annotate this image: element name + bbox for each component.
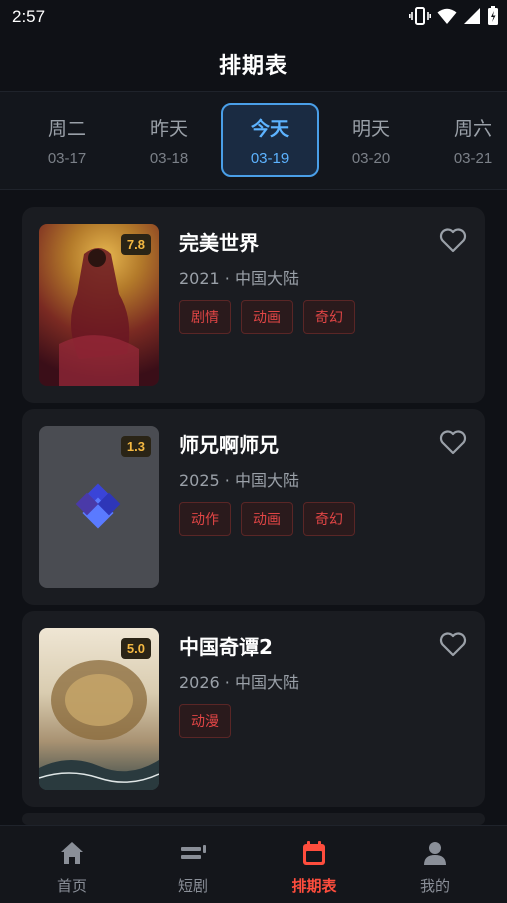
card-meta: 2021 · 中国大陆 [179,269,299,288]
date-tab-day: 周二 [47,118,86,140]
tag-list: 剧情 动画 奇幻 [179,300,355,334]
tab-schedule[interactable]: 排期表 [251,826,377,903]
date-tab-date: 03-21 [453,150,493,167]
schedule-card[interactable] [22,813,485,825]
card-title: 中国奇谭2 [179,635,273,659]
tab-home[interactable]: 首页 [9,826,135,903]
genre-tag: 动漫 [179,704,231,738]
tab-profile[interactable]: 我的 [372,826,498,903]
schedule-card[interactable]: 7.8 完美世界 2021 · 中国大陆 剧情 动画 奇幻 [22,207,485,403]
user-icon [424,842,446,865]
genre-tag: 奇幻 [303,502,355,536]
genre-tag: 动画 [241,300,293,334]
tab-label: 短剧 [177,877,208,895]
status-bar: 2:57 [0,0,507,36]
page-title: 排期表 [218,54,288,79]
card-title: 师兄啊师兄 [179,433,279,457]
tab-short-drama[interactable]: 短剧 [130,826,256,903]
rating-badge: 5.0 [120,638,151,659]
date-tab-day: 明天 [351,118,390,140]
rating-badge: 1.3 [120,436,151,457]
home-icon [61,842,83,864]
card-meta: 2026 · 中国大陆 [179,673,299,692]
date-tab-date: 03-20 [351,150,391,167]
tab-label: 我的 [419,877,450,895]
poster-image: 5.0 [39,628,159,790]
date-tab-date: 03-19 [250,150,290,167]
date-tab-day: 今天 [250,118,289,140]
date-tab-yesterday[interactable]: 昨天 03-18 [120,103,218,177]
date-tab-day: 周六 [453,118,492,140]
genre-tag: 剧情 [179,300,231,334]
schedule-card[interactable]: 5.0 中国奇谭2 2026 · 中国大陆 动漫 [22,611,485,807]
vibrate-icon [409,7,431,25]
genre-tag: 奇幻 [303,300,355,334]
date-tab-day: 昨天 [149,118,188,140]
short-drama-icon [181,845,206,859]
status-time: 2:57 [12,7,46,26]
card-title: 完美世界 [179,231,259,255]
genre-tag: 动画 [241,502,293,536]
date-tab-date: 03-18 [149,150,189,167]
signal-icon [464,8,480,24]
bottom-tab-bar: 首页 短剧 排期表 我的 [0,825,507,903]
battery-icon [488,6,498,25]
date-selector: 周二 03-17 昨天 03-18 今天 03-19 明天 03-20 周六 0… [0,91,507,190]
tab-label: 首页 [56,877,87,895]
favorite-heart-icon[interactable] [439,429,467,455]
card-meta: 2025 · 中国大陆 [179,471,299,490]
date-tab-saturday[interactable]: 周六 03-21 [424,103,507,177]
schedule-card[interactable]: 1.3 师兄啊师兄 2025 · 中国大陆 动作 动画 奇幻 [22,409,485,605]
tab-label: 排期表 [291,877,337,895]
wifi-icon [437,8,457,24]
poster-image: 7.8 [39,224,159,386]
poster-placeholder: 1.3 [39,426,159,588]
status-icons [409,6,499,26]
date-tab-today[interactable]: 今天 03-19 [221,103,319,177]
tag-list: 动作 动画 奇幻 [179,502,355,536]
favorite-heart-icon[interactable] [439,631,467,657]
date-tab-date: 03-17 [47,150,87,167]
genre-tag: 动作 [179,502,231,536]
favorite-heart-icon[interactable] [439,227,467,253]
rating-badge: 7.8 [120,234,151,255]
calendar-icon [303,841,325,865]
date-tab-tuesday[interactable]: 周二 03-17 [18,103,116,177]
date-tab-tomorrow[interactable]: 明天 03-20 [322,103,420,177]
tag-list: 动漫 [179,704,231,738]
